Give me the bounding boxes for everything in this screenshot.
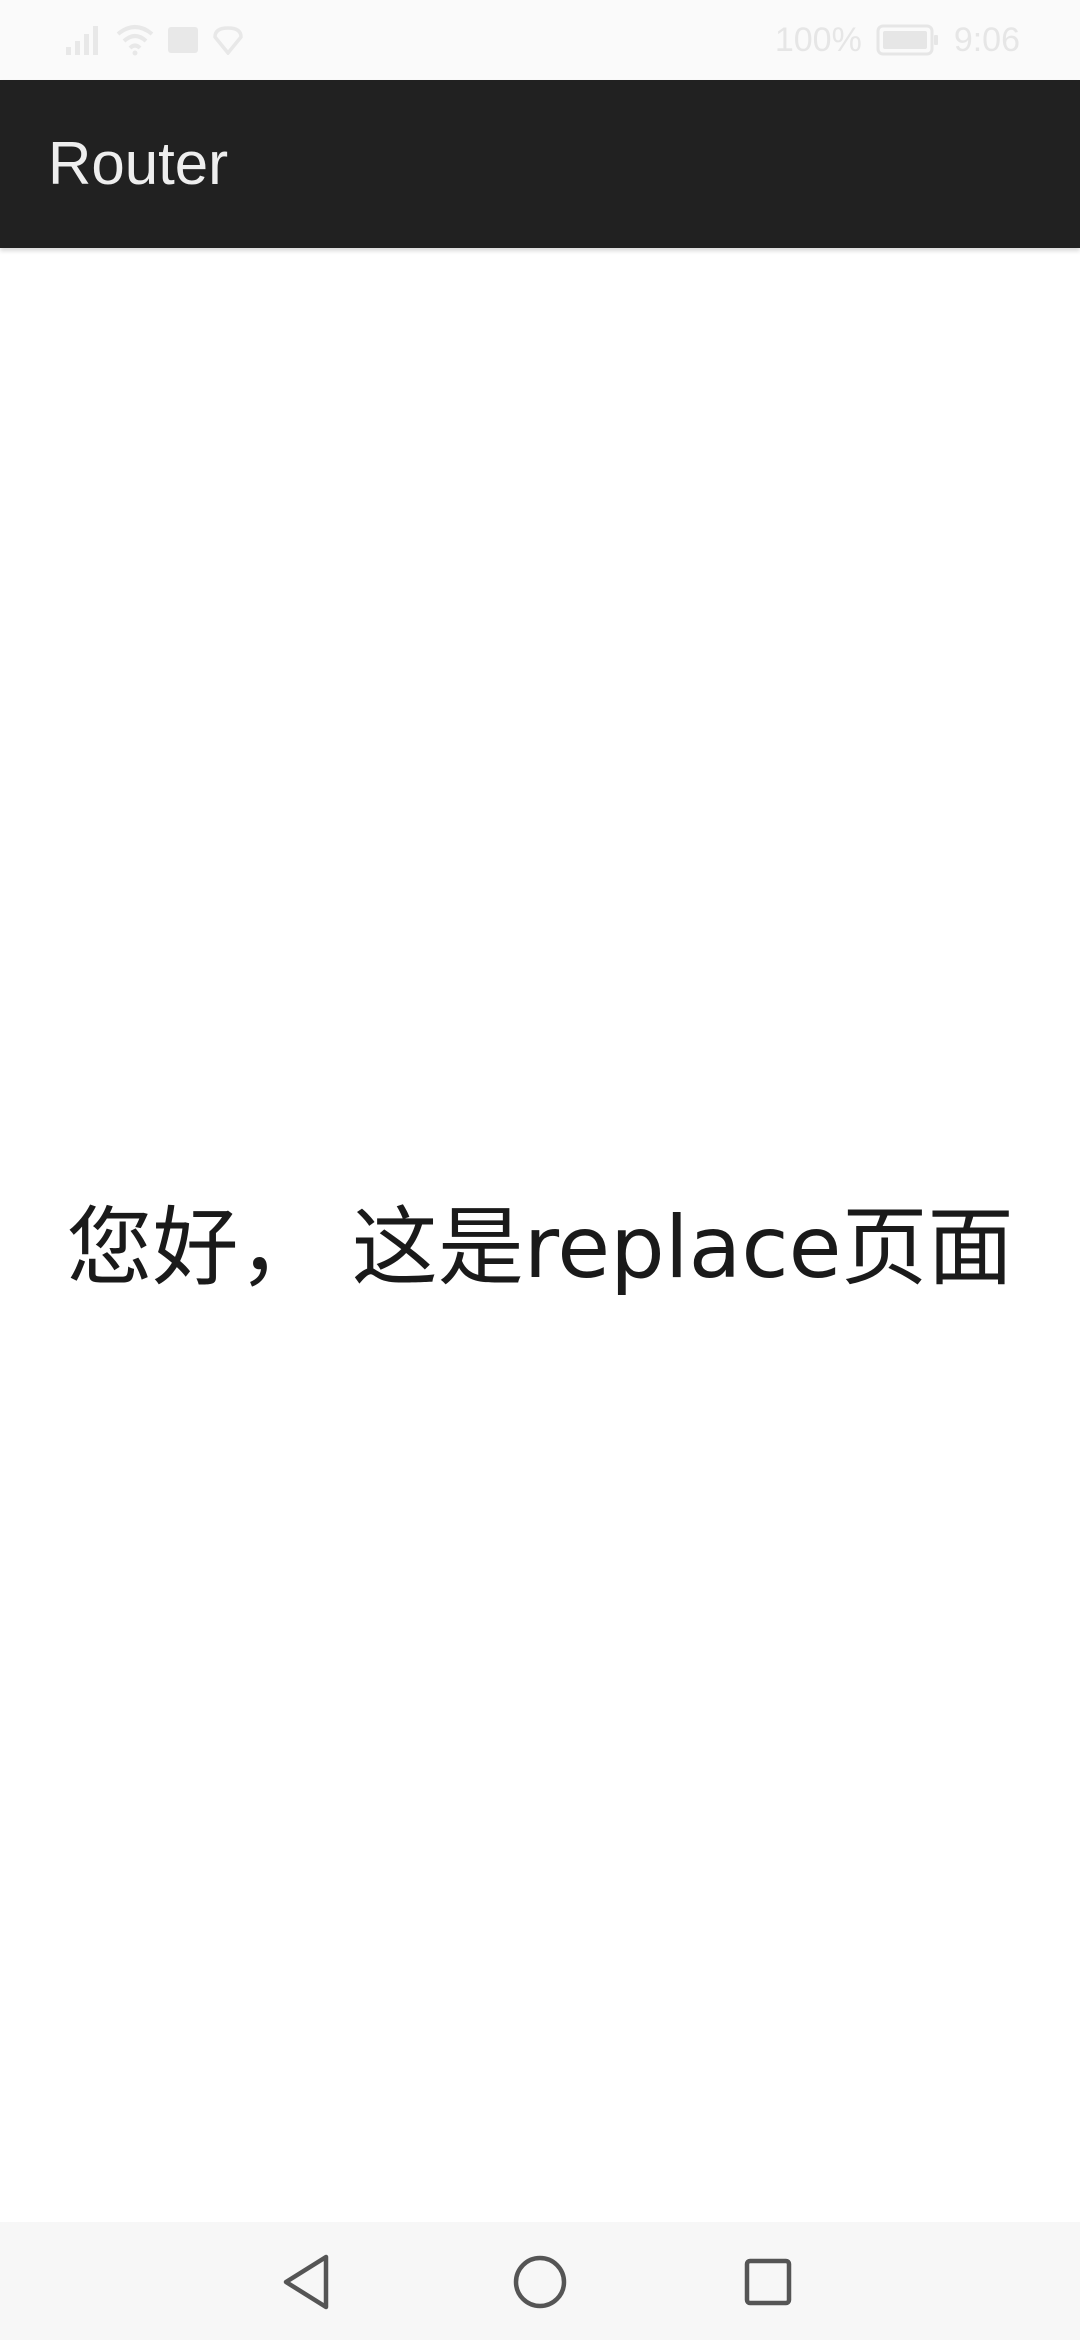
app-bar: Router (0, 80, 1080, 248)
wifi-icon (116, 24, 154, 56)
battery-icon (876, 23, 940, 57)
clock: 9:06 (953, 20, 1020, 59)
back-icon (280, 2253, 336, 2311)
signal-icon (64, 23, 104, 57)
navigation-bar (0, 2222, 1080, 2340)
location-icon (212, 25, 244, 55)
status-icons-left (64, 22, 244, 58)
app-title: Router (48, 130, 229, 197)
status-icons-right: 100% 9:06 (775, 18, 1020, 62)
recents-icon (742, 2256, 794, 2308)
status-bar: 100% 9:06 (0, 0, 1080, 80)
sim-card-icon (166, 25, 200, 55)
page-message: 您好， 这是replace页面 (66, 1198, 1014, 1298)
home-icon (512, 2254, 568, 2310)
battery-percent: 100% (774, 20, 862, 59)
main-content: 您好， 这是replace页面 (0, 248, 1080, 2222)
recents-button[interactable] (736, 2250, 800, 2314)
home-button[interactable] (508, 2250, 572, 2314)
back-button[interactable] (276, 2250, 340, 2314)
